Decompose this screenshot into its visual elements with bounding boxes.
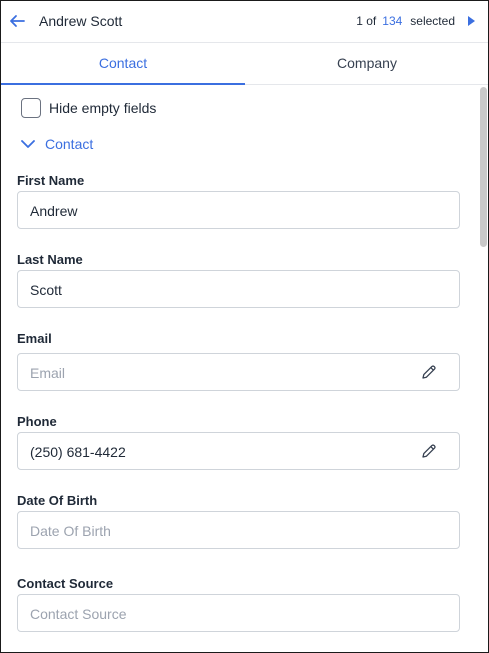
last-name-label: Last Name	[17, 252, 83, 267]
first-name-label: First Name	[17, 173, 85, 188]
scrollbar-thumb[interactable]	[480, 87, 487, 247]
hide-empty-fields-row: Hide empty fields	[21, 97, 156, 119]
back-arrow-icon[interactable]	[8, 12, 26, 30]
form-content: Hide empty fields Contact First Name And…	[1, 86, 477, 652]
pager-current: 1 of	[356, 14, 377, 28]
last-name-field[interactable]: Scott	[17, 270, 460, 308]
tab-company[interactable]: Company	[245, 43, 488, 85]
phone-label: Phone	[17, 414, 57, 429]
contact-source-placeholder: Contact Source	[30, 606, 127, 622]
dob-field[interactable]: Date Of Birth	[17, 511, 460, 549]
record-pager: 1 of 134 selected	[356, 14, 455, 28]
contact-source-label: Contact Source	[17, 576, 114, 591]
contact-name-title: Andrew Scott	[39, 13, 123, 29]
hide-empty-fields-label[interactable]: Hide empty fields	[49, 100, 156, 116]
hide-empty-fields-checkbox[interactable]	[21, 98, 41, 118]
contact-section-label: Contact	[45, 136, 94, 152]
dob-label: Date Of Birth	[17, 493, 98, 508]
first-name-field[interactable]: Andrew	[17, 191, 460, 229]
phone-field[interactable]: (250) 681-4422	[17, 432, 460, 470]
contact-detail-panel: Andrew Scott 1 of 134 selected Contact Com…	[0, 0, 489, 653]
tab-contact[interactable]: Contact	[1, 43, 245, 85]
email-placeholder: Email	[30, 365, 66, 381]
last-name-value: Scott	[30, 282, 62, 298]
contact-section-toggle[interactable]: Contact	[21, 136, 93, 152]
edit-email-pencil-icon[interactable]	[421, 364, 437, 380]
dob-placeholder: Date Of Birth	[30, 523, 111, 539]
edit-phone-pencil-icon[interactable]	[421, 443, 437, 459]
email-field[interactable]: Email	[17, 353, 460, 391]
tab-bar: Contact Company	[1, 43, 488, 85]
first-name-value: Andrew	[30, 203, 78, 219]
next-record-icon[interactable]	[468, 16, 475, 26]
contact-source-field[interactable]: Contact Source	[17, 594, 460, 632]
pager-suffix: selected	[410, 14, 455, 28]
phone-value: (250) 681-4422	[30, 444, 126, 460]
pager-total[interactable]: 134	[382, 14, 402, 28]
email-label: Email	[17, 331, 52, 346]
chevron-down-icon	[21, 140, 35, 148]
panel-header: Andrew Scott 1 of 134 selected	[1, 1, 488, 43]
